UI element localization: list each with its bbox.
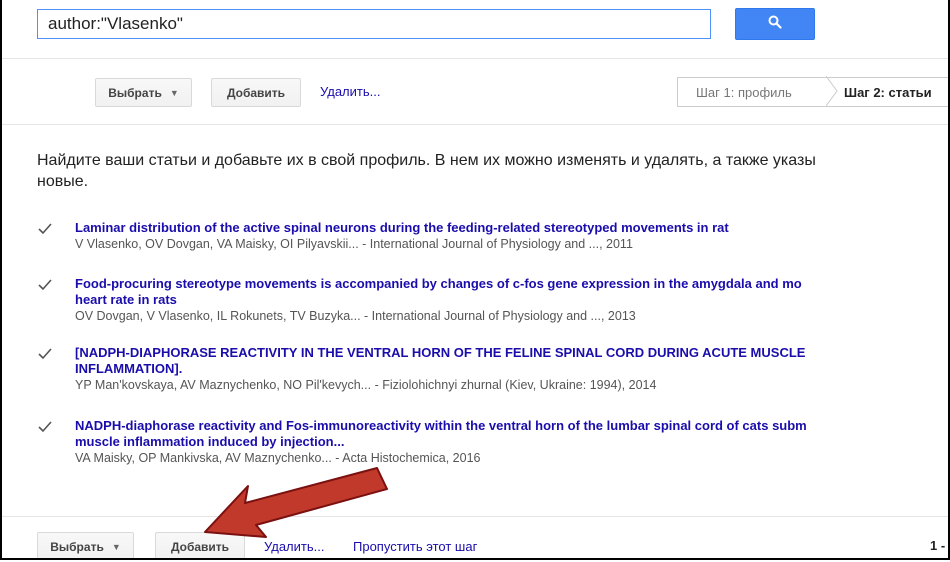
checkmark-icon[interactable] (37, 346, 53, 362)
intro-line: Найдите ваши статьи и добавьте их в свой… (37, 152, 816, 169)
article-title-line: Laminar distribution of the active spina… (75, 220, 729, 235)
article-title-line: Food-procuring stereotype movements is a… (75, 276, 802, 291)
article-item: Laminar distribution of the active spina… (37, 220, 948, 252)
article-title-line: [NADPH-DIAPHORASE REACTIVITY IN THE VENT… (75, 345, 806, 360)
article-meta: OV Dovgan, V Vlasenko, IL Rokunets, TV B… (75, 309, 636, 323)
divider (2, 58, 948, 59)
article-meta: V Vlasenko, OV Dovgan, VA Maisky, OI Pil… (75, 237, 633, 251)
divider (2, 124, 948, 125)
search-button[interactable] (735, 8, 815, 40)
add-button-bottom[interactable]: Добавить (155, 532, 245, 558)
step-indicator: Шаг 1: профиль Шаг 2: статьи (677, 76, 948, 107)
search-input[interactable] (37, 9, 711, 39)
checkmark-icon[interactable] (37, 221, 53, 237)
article-title-line: NADPH-diaphorase reactivity and Fos-immu… (75, 418, 807, 433)
page-indicator: 1 - (930, 538, 946, 553)
search-bar (2, 0, 948, 48)
chevron-down-icon: ▼ (169, 87, 179, 98)
chevron-down-icon: ▼ (111, 541, 121, 552)
delete-link-top[interactable]: Удалить... (320, 84, 380, 99)
checkmark-icon[interactable] (37, 277, 53, 293)
article-title-link[interactable]: Laminar distribution of the active spina… (75, 220, 948, 236)
add-label: Добавить (170, 539, 230, 554)
article-title-link[interactable]: NADPH-diaphorase reactivity and Fos-immu… (75, 418, 948, 450)
checkmark-icon[interactable] (37, 419, 53, 435)
scholar-window: Выбрать ▼ Добавить Удалить... Шаг 1: про… (0, 0, 950, 560)
select-label: Выбрать (50, 539, 104, 554)
article-item: [NADPH-DIAPHORASE REACTIVITY IN THE VENT… (37, 345, 948, 393)
delete-link-bottom[interactable]: Удалить... (264, 539, 324, 554)
add-label: Добавить (226, 85, 286, 100)
intro-text: Найдите ваши статьи и добавьте их в свой… (37, 150, 948, 192)
step-1-label[interactable]: Шаг 1: профиль (678, 85, 826, 100)
step-2-label: Шаг 2: статьи (844, 84, 932, 100)
intro-line: новые. (37, 173, 89, 190)
article-meta: YP Man'kovskaya, AV Maznychenko, NO Pil'… (75, 378, 657, 392)
article-title-line: muscle inflammation induced by injection… (75, 434, 345, 449)
article-title-line: heart rate in rats (75, 292, 177, 307)
article-title-link[interactable]: Food-procuring stereotype movements is a… (75, 276, 948, 308)
article-item: Food-procuring stereotype movements is a… (37, 276, 948, 324)
search-icon (768, 15, 782, 34)
skip-step-link[interactable]: Пропустить этот шаг (353, 539, 477, 554)
select-dropdown-top[interactable]: Выбрать ▼ (95, 78, 192, 107)
step-separator-icon (826, 76, 838, 107)
select-dropdown-bottom[interactable]: Выбрать ▼ (37, 532, 134, 558)
add-button-top[interactable]: Добавить (211, 78, 301, 107)
select-label: Выбрать (108, 85, 162, 100)
article-title-link[interactable]: [NADPH-DIAPHORASE REACTIVITY IN THE VENT… (75, 345, 948, 377)
article-meta: VA Maisky, OP Mankivska, AV Maznychenko.… (75, 451, 481, 465)
divider (2, 516, 948, 517)
article-title-line: INFLAMMATION]. (75, 361, 183, 376)
article-item: NADPH-diaphorase reactivity and Fos-immu… (37, 418, 948, 466)
